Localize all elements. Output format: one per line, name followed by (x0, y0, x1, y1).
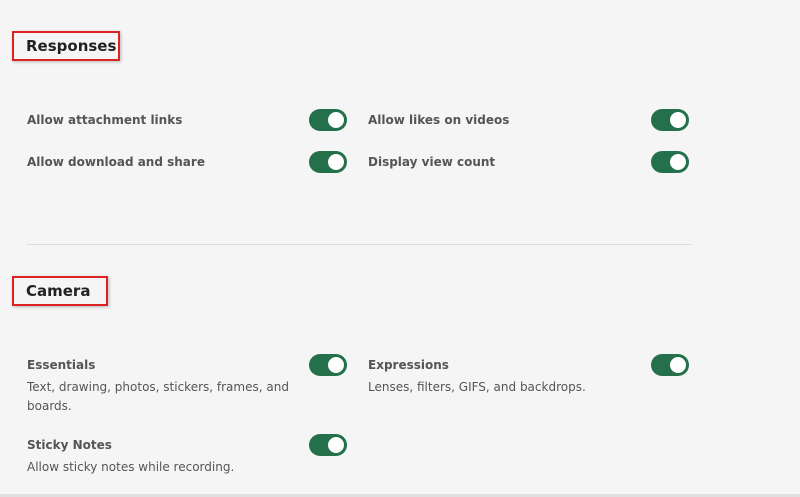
toggle-knob (328, 154, 344, 170)
setting-label: Sticky Notes (27, 438, 112, 452)
camera-section-title: Camera (12, 276, 108, 306)
setting-label: Allow attachment links (27, 113, 183, 127)
toggle-knob (328, 357, 344, 373)
allow-attachment-links-toggle[interactable] (309, 109, 347, 131)
toggle-knob (670, 154, 686, 170)
toggle-knob (328, 112, 344, 128)
section-divider (27, 244, 692, 245)
toggle-knob (328, 437, 344, 453)
setting-label: Essentials (27, 358, 96, 372)
toggle-knob (670, 357, 686, 373)
allow-likes-on-videos-toggle[interactable] (651, 109, 689, 131)
setting-description: Text, drawing, photos, stickers, frames,… (27, 380, 289, 413)
display-view-count-toggle[interactable] (651, 151, 689, 173)
allow-download-and-share-toggle[interactable] (309, 151, 347, 173)
setting-label: Display view count (368, 155, 496, 169)
setting-label: Allow download and share (27, 155, 205, 169)
essentials-toggle[interactable] (309, 354, 347, 376)
sticky-notes-toggle[interactable] (309, 434, 347, 456)
toggle-knob (670, 112, 686, 128)
setting-label: Expressions (368, 358, 449, 372)
setting-description: Lenses, filters, GIFS, and backdrops. (368, 380, 586, 394)
setting-label: Allow likes on videos (368, 113, 510, 127)
responses-section-title: Responses (12, 31, 120, 61)
expressions-toggle[interactable] (651, 354, 689, 376)
setting-description: Allow sticky notes while recording. (27, 460, 235, 474)
